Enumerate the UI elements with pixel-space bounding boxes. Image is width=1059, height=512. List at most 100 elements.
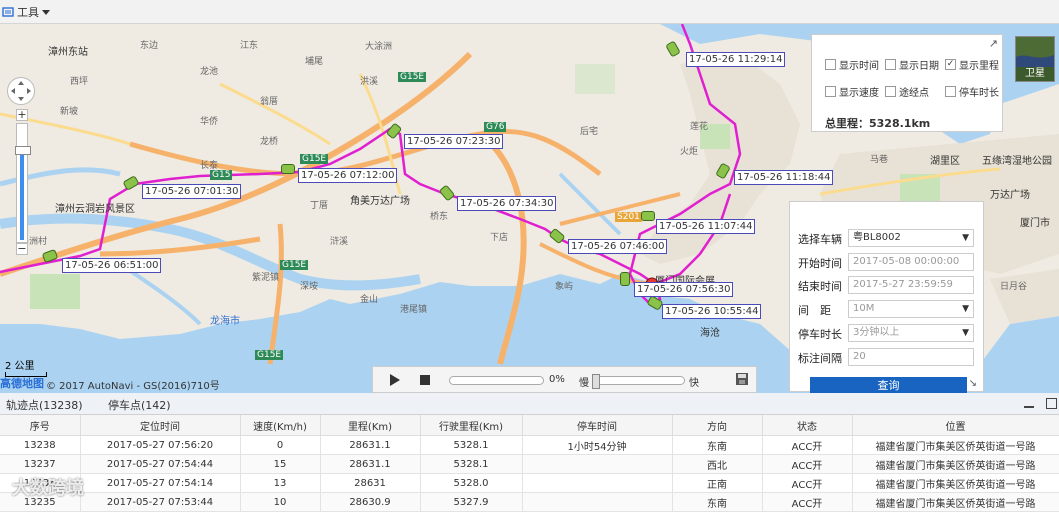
zoom-slider-handle[interactable] [15, 146, 31, 155]
place-label: 洪溪 [360, 77, 379, 87]
table-cell: 福建省厦门市集美区侨英街道一号路 [852, 454, 1059, 474]
place-label: 角美万达广场 [350, 196, 410, 207]
track-time-label: 17-05-26 11:07:44 [656, 219, 756, 234]
table-cell: 福建省厦门市集美区侨英街道一号路 [852, 435, 1059, 455]
checkbox-box[interactable]: ✓ [945, 59, 956, 70]
place-label: 漳州云洞岩风景区 [55, 204, 135, 215]
maximize-icon[interactable] [1046, 398, 1057, 409]
place-label: 漳州东站 [48, 47, 88, 58]
place-label: 港尾镇 [400, 305, 428, 315]
caret-down-icon [42, 10, 50, 15]
table-row[interactable]: 13238 2017-05-27 07:56:20 0 28631.1 5328.1 1小… [0, 435, 1059, 455]
road-shield: G15E [300, 154, 329, 164]
zoom-out-button[interactable]: − [16, 243, 28, 255]
place-label: 江东 [240, 41, 259, 51]
track-time-label: 17-05-26 11:29:14 [686, 52, 786, 67]
show-mileage-checkbox[interactable]: ✓ 显示里程 [945, 57, 999, 72]
play-icon[interactable] [389, 373, 401, 387]
place-label: 日月谷 [1000, 282, 1028, 292]
show-time-checkbox[interactable]: 显示时间 [825, 57, 879, 72]
column-header[interactable]: 方向 [672, 415, 763, 436]
tab-stop-points[interactable]: 停车点(142) [108, 397, 171, 413]
column-header[interactable]: 定位时间 [80, 415, 241, 436]
place-label: 湖里区 [930, 156, 960, 167]
table-cell: 1小时54分钟 [522, 435, 673, 455]
road-shield: S201 [615, 212, 642, 222]
table-cell: 西北 [672, 454, 763, 474]
tab-track-points[interactable]: 轨迹点(13238) [6, 397, 83, 413]
minimize-icon[interactable] [1024, 400, 1034, 410]
map-view[interactable]: 漳州东站 东边 江东 埔尾 洪溪 翁厝 龙池 华侨 西坪 新坡 大涂洲 龙桥 漳… [0, 24, 1059, 393]
expand-icon[interactable]: ↗ [989, 37, 998, 50]
collapse-icon[interactable]: ↘ [969, 378, 977, 389]
stop-icon[interactable] [420, 375, 430, 385]
checkbox-box[interactable] [945, 86, 956, 97]
display-options-panel: ↗ 显示时间 显示日期 ✓ 显示里程 显示速度 途经点 停车时长 总里程：5328… [811, 34, 1003, 132]
track-time-label: 17-05-26 10:55:44 [662, 304, 762, 319]
chevron-down-icon: ▼ [962, 328, 969, 338]
track-time-label: 17-05-26 07:56:30 [634, 282, 734, 297]
column-header[interactable]: 速度(Km/h) [240, 415, 321, 436]
column-header[interactable]: 行驶里程(Km) [420, 415, 523, 436]
checkbox-box[interactable] [885, 59, 896, 70]
table-cell: 13238 [0, 435, 81, 455]
track-playback-bar: 0% 慢 快 [372, 366, 757, 393]
table-cell: 13 [240, 473, 321, 493]
stop-duration-select[interactable]: 3分钟以上 ▼ [848, 324, 974, 342]
checkbox-box[interactable] [825, 59, 836, 70]
tools-menu-button[interactable]: 工具 [2, 3, 50, 21]
column-header[interactable]: 停车时间 [522, 415, 673, 436]
checkbox-box[interactable] [825, 86, 836, 97]
column-header[interactable]: 位置 [852, 415, 1059, 436]
show-speed-checkbox[interactable]: 显示速度 [825, 84, 879, 99]
place-label: 桥东 [430, 212, 449, 222]
stop-duration-checkbox[interactable]: 停车时长 [945, 84, 999, 99]
vehicle-marker[interactable] [641, 211, 655, 221]
checkbox-box[interactable] [885, 86, 896, 97]
table-row[interactable]: 13237 2017-05-27 07:54:44 15 28631.1 5328.1 西… [0, 454, 1059, 474]
zoom-in-button[interactable]: + [16, 109, 28, 121]
place-label: 大涂洲 [365, 42, 393, 52]
column-header[interactable]: 里程(Km) [320, 415, 421, 436]
table-row[interactable]: 13236 2017-05-27 07:54:14 13 28631 5328.0 正南 A… [0, 473, 1059, 493]
speed-slider-handle[interactable] [592, 374, 600, 389]
playback-progress-track[interactable] [449, 376, 544, 385]
vehicle-select[interactable]: 粤BL8002 ▼ [848, 229, 974, 247]
save-icon[interactable] [735, 372, 749, 386]
pan-arrows-icon [11, 81, 31, 101]
column-header[interactable]: 序号 [0, 415, 81, 436]
fast-label: 快 [689, 378, 699, 389]
chevron-down-icon: ▼ [962, 304, 969, 314]
place-label: 丁厝 [310, 201, 329, 211]
track-points-table: 序号 定位时间 速度(Km/h) 里程(Km) 行驶里程(Km) 停车时间 方向… [0, 415, 1059, 512]
table-cell: 0 [240, 435, 321, 455]
vehicle-marker[interactable] [620, 272, 630, 286]
place-label: 龙池 [200, 67, 219, 77]
query-button[interactable]: 查询 [810, 377, 967, 393]
show-date-checkbox[interactable]: 显示日期 [885, 57, 939, 72]
zoom-slider[interactable] [15, 123, 31, 243]
table-cell: 15 [240, 454, 321, 474]
track-time-label: 17-05-26 07:46:00 [568, 239, 668, 254]
chevron-down-icon: ▼ [962, 233, 969, 243]
place-label: 翁厝 [260, 97, 279, 107]
end-time-input[interactable]: 2017-5-27 23:59:59 [848, 276, 974, 294]
start-time-input[interactable]: 2017-05-08 00:00:00 [848, 253, 974, 271]
track-time-label: 17-05-26 11:18:44 [734, 170, 834, 185]
satellite-toggle-button[interactable]: 卫星 [1015, 36, 1055, 82]
place-label: 厦门市 [1020, 218, 1050, 229]
stop-duration-row: 停车时长 3分钟以上 ▼ [796, 324, 976, 342]
road-shield: G15E [255, 350, 284, 360]
vehicle-select-row: 选择车辆 粤BL8002 ▼ [796, 229, 976, 247]
playback-speed-slider[interactable] [592, 374, 685, 389]
vehicle-marker[interactable] [281, 164, 295, 174]
interval-select[interactable]: 10M ▼ [848, 300, 974, 318]
tools-label: 工具 [17, 6, 39, 19]
total-mileage: 总里程：5328.1km [825, 117, 931, 130]
pan-control[interactable] [7, 77, 35, 105]
mark-interval-input[interactable]: 20 [848, 348, 974, 366]
column-header[interactable]: 状态 [762, 415, 853, 436]
track-time-label: 17-05-26 07:34:30 [457, 196, 557, 211]
waypoints-checkbox[interactable]: 途经点 [885, 84, 929, 99]
place-label: 金山 [360, 295, 379, 305]
